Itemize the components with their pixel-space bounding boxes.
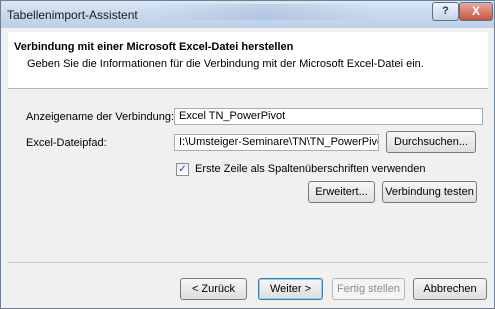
cancel-button[interactable]: Abbrechen (413, 278, 487, 300)
test-connection-button[interactable]: Verbindung testen (382, 181, 477, 203)
title-bar[interactable]: Tabellenimport-Assistent ? X (1, 1, 494, 28)
first-row-header-checkbox[interactable]: ✓ (176, 163, 189, 176)
first-row-header-label[interactable]: Erste Zeile als Spaltenüberschriften ver… (195, 163, 426, 175)
title-bar-background-blur (151, 4, 381, 20)
help-button[interactable]: ? (432, 2, 459, 21)
wizard-header: Verbindung mit einer Microsoft Excel-Dat… (8, 32, 488, 89)
connection-name-label: Anzeigename der Verbindung: (26, 111, 174, 123)
finish-button: Fertig stellen (332, 278, 405, 300)
next-button[interactable]: Weiter > (258, 278, 323, 300)
connection-name-input[interactable]: Excel TN_PowerPivot (174, 108, 483, 125)
browse-button[interactable]: Durchsuchen... (386, 131, 476, 153)
advanced-button[interactable]: Erweitert... (308, 181, 375, 203)
close-button[interactable]: X (459, 2, 493, 21)
wizard-content: Anzeigename der Verbindung: Excel TN_Pow… (8, 89, 488, 260)
import-wizard-window: Tabellenimport-Assistent ? X Verbindung … (0, 0, 495, 309)
file-path-label: Excel-Dateipfad: (26, 137, 107, 149)
header-subtitle: Geben Sie die Informationen für die Verb… (27, 58, 424, 70)
footer-divider (8, 262, 488, 263)
window-title: Tabellenimport-Assistent (7, 8, 138, 22)
header-title: Verbindung mit einer Microsoft Excel-Dat… (14, 41, 294, 53)
file-path-input[interactable]: I:\Umsteiger-Seminare\TN\TN_PowerPivot.x (174, 134, 379, 151)
back-button[interactable]: < Zurück (180, 278, 247, 300)
